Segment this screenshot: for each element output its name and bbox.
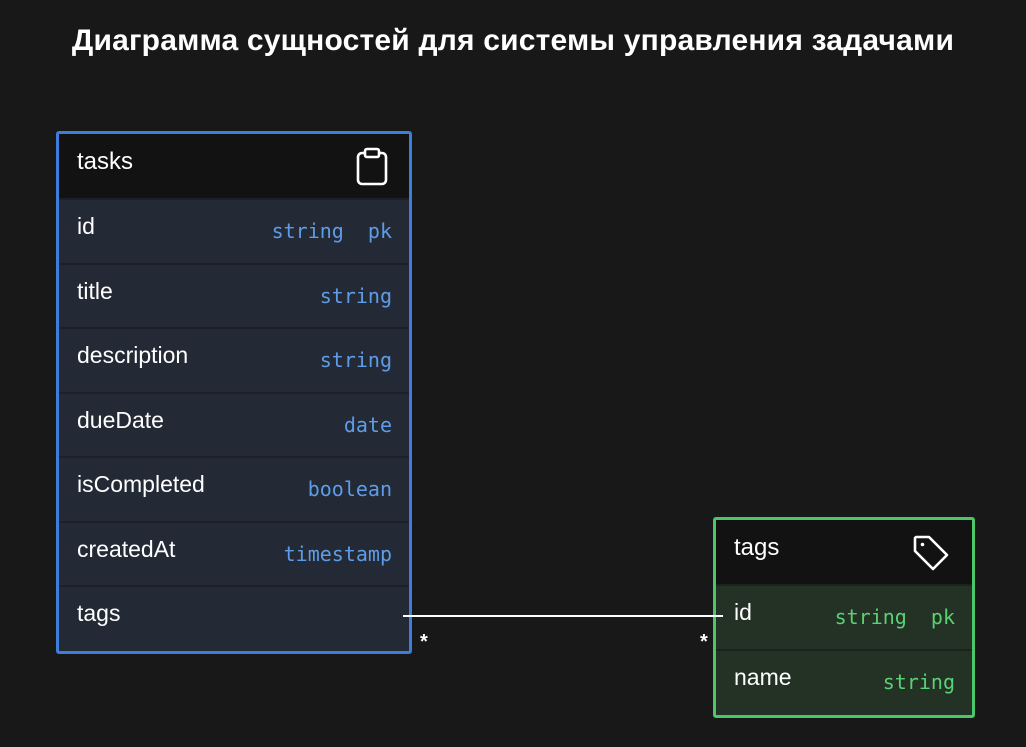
relationship-connector [403,615,723,617]
cardinality-to: * [700,631,708,653]
cardinality-from: * [420,631,428,653]
